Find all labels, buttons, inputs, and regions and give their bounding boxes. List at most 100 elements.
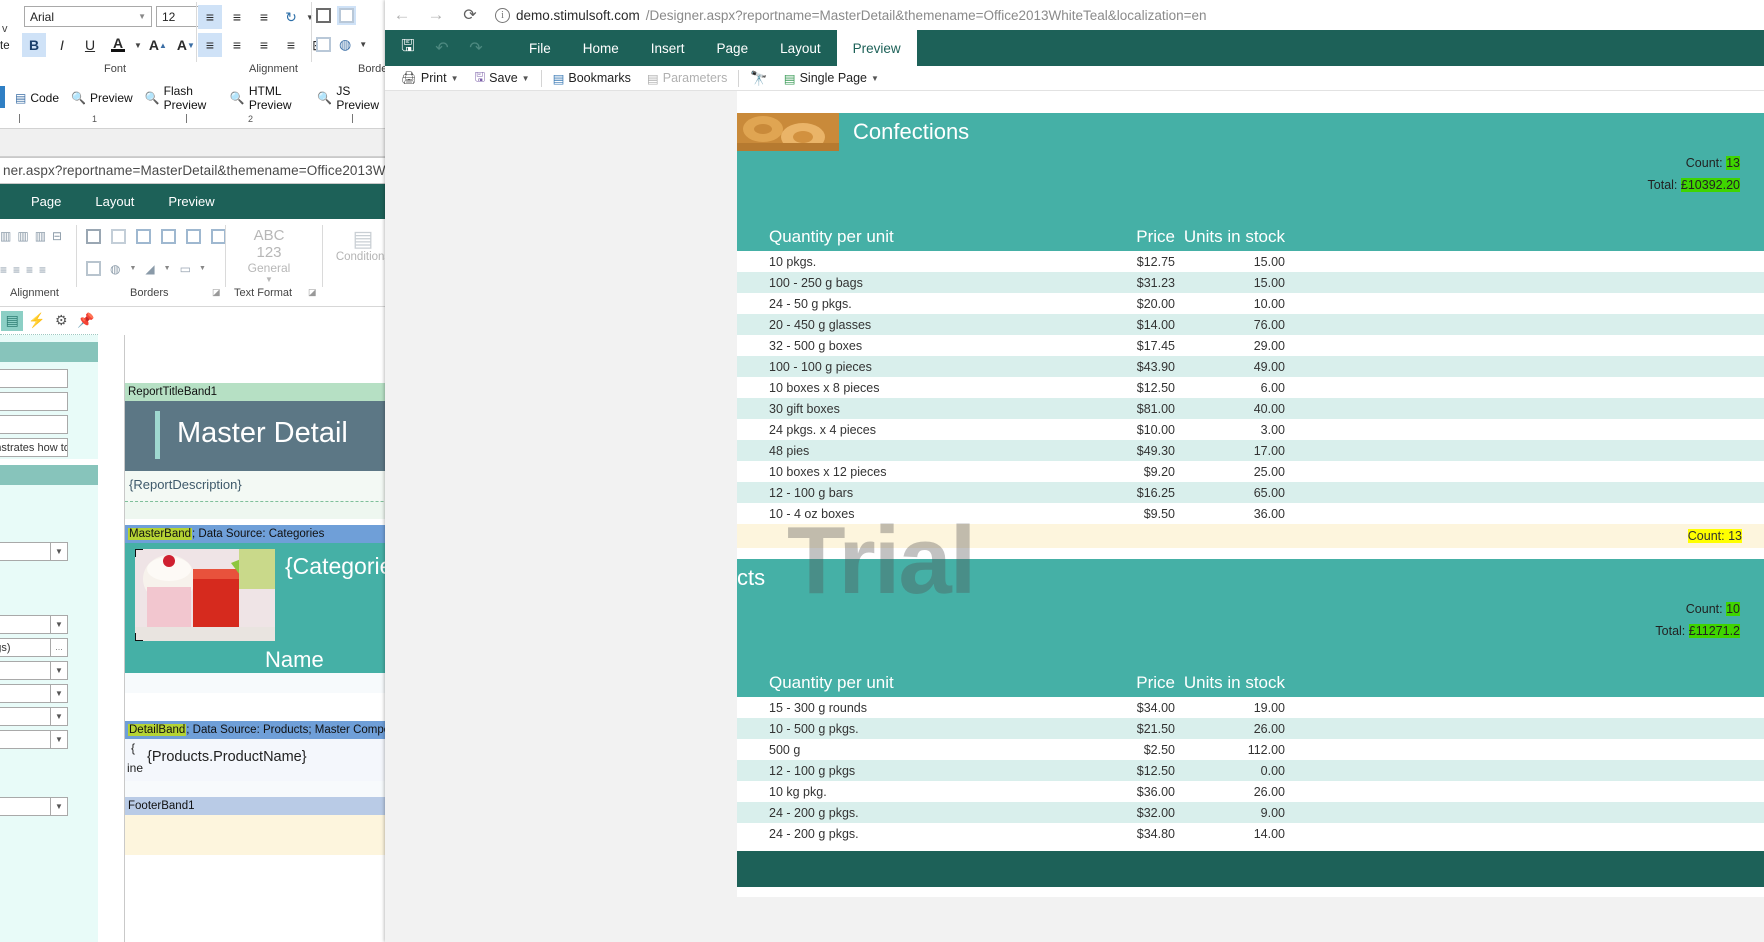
chevron-down-icon[interactable]: ▼ — [51, 797, 68, 816]
chevron-down-icon[interactable]: ▼ — [359, 40, 367, 49]
border-right-icon[interactable] — [161, 229, 176, 244]
strip-item-preview[interactable]: 🔍 Preview — [65, 87, 139, 109]
font-color-button[interactable]: A — [106, 33, 130, 57]
menu-item-layout[interactable]: Layout — [78, 184, 151, 219]
align-center-button[interactable]: ≡ — [225, 33, 249, 57]
align-justify-icon[interactable]: ≡ — [39, 263, 46, 277]
bookmarks-button[interactable]: ▤ Bookmarks — [545, 66, 639, 91]
save-button[interactable]: 🖫 Save ▼ — [467, 66, 538, 91]
category-image[interactable] — [135, 549, 275, 641]
chevron-down-icon[interactable]: ▼ — [199, 265, 206, 272]
border-left-icon[interactable] — [136, 229, 151, 244]
align-right-button[interactable]: ≡ — [252, 33, 276, 57]
menu-item-home[interactable]: Home — [567, 30, 635, 66]
find-button[interactable]: 🔭 — [742, 66, 775, 91]
align-wrap-icon[interactable]: ⊟ — [52, 229, 62, 243]
chevron-down-icon[interactable]: ▼ — [51, 730, 68, 749]
forward-arrow-icon[interactable]: → — [419, 0, 453, 30]
fill-color-icon[interactable]: ◍ — [339, 36, 351, 53]
chevron-down-icon[interactable]: ▼ — [51, 615, 68, 634]
settings-gear-icon[interactable]: ⚙ — [50, 311, 72, 331]
border-fill-icon[interactable]: ◍ — [110, 262, 120, 276]
italic-button[interactable]: I — [50, 33, 74, 57]
strip-item-flash-preview[interactable]: 🔍 Flash Preview — [139, 84, 224, 112]
text-rotation-icon[interactable]: ↻ — [279, 5, 303, 29]
align-left-button[interactable]: ≡ — [198, 33, 222, 57]
align-center-icon[interactable]: ≡ — [13, 263, 20, 277]
border-top-icon[interactable] — [111, 229, 126, 244]
border-none-icon[interactable] — [337, 6, 356, 25]
property-text-field[interactable] — [0, 415, 68, 434]
align-left-icon[interactable]: ≡ — [0, 263, 7, 277]
property-combo-field[interactable] — [0, 684, 51, 703]
property-text-field[interactable] — [0, 392, 68, 411]
text-format-dialog-launcher[interactable]: ◪ — [308, 287, 317, 298]
border-outline-icon[interactable] — [316, 37, 331, 52]
undo-icon[interactable]: ↶ — [425, 30, 459, 66]
align-justify-button[interactable]: ≡ — [279, 33, 303, 57]
address-bar[interactable]: i demo.stimulsoft.com/Designer.aspx?repo… — [487, 0, 1764, 30]
pin-icon[interactable]: 📌 — [75, 311, 97, 331]
shrink-font-button[interactable]: A ▼ — [174, 33, 198, 57]
border-bottom-icon[interactable] — [186, 229, 201, 244]
parameters-button[interactable]: ▤ Parameters — [639, 66, 735, 91]
back-arrow-icon[interactable]: ← — [385, 0, 419, 30]
property-combo-field[interactable] — [0, 661, 51, 680]
property-combo-field[interactable] — [0, 542, 51, 561]
align-bottom-button[interactable]: ≡ — [252, 5, 276, 29]
chevron-down-icon[interactable]: ▼ — [306, 13, 314, 22]
border-inner-icon[interactable] — [211, 229, 226, 244]
grow-font-button[interactable]: A ▲ — [146, 33, 170, 57]
menu-item-preview[interactable]: Preview — [836, 30, 917, 66]
save-icon[interactable]: 🖫 — [391, 30, 425, 66]
property-text-field[interactable] — [0, 369, 68, 388]
print-button[interactable]: 🖨 Print ▼ — [393, 66, 467, 91]
underline-button[interactable]: U — [78, 33, 102, 57]
chevron-down-icon[interactable]: ▼ — [234, 275, 304, 284]
detail-product-name-expr[interactable]: {Products.ProductName} — [147, 749, 307, 765]
preview-area[interactable]: Confections Count: 13 Total: £10392.20 Q… — [385, 91, 1764, 942]
reload-icon[interactable]: ⟳ — [453, 0, 487, 30]
border-box-icon[interactable] — [86, 229, 101, 244]
chevron-down-icon[interactable]: ▼ — [51, 661, 68, 680]
menu-item-page[interactable]: Page — [14, 184, 78, 219]
bold-button[interactable]: B — [22, 33, 46, 57]
chevron-down-icon[interactable]: ▼ — [51, 684, 68, 703]
align-distribute-icon[interactable]: ▥ — [0, 229, 11, 243]
page-mode-button[interactable]: ▤ Single Page ▼ — [776, 66, 887, 91]
align-grid-icon[interactable]: ▥ — [35, 229, 46, 243]
properties-icon[interactable]: ▤ — [1, 310, 24, 331]
menu-item-preview[interactable]: Preview — [151, 184, 231, 219]
strip-item-html-preview[interactable]: 🔍 HTML Preview — [224, 84, 311, 112]
menu-item-file[interactable]: File — [513, 30, 567, 66]
property-description-field[interactable]: monstrates how to — [0, 438, 68, 457]
property-combo-field[interactable] — [0, 707, 51, 726]
strip-item-js-preview[interactable]: 🔍 JS Preview — [311, 84, 385, 112]
property-combo-field[interactable] — [0, 797, 51, 816]
chevron-down-icon[interactable]: ▼ — [164, 265, 171, 272]
redo-icon[interactable]: ↷ — [459, 30, 493, 66]
align-right-icon[interactable]: ≡ — [26, 263, 33, 277]
borders-dialog-launcher[interactable]: ◪ — [212, 287, 221, 298]
align-middle-button[interactable]: ≡ — [225, 5, 249, 29]
border-color-icon[interactable]: ◢ — [145, 262, 154, 276]
align-top-button[interactable]: ≡ — [198, 5, 222, 29]
chevron-down-icon[interactable]: ▼ — [129, 265, 136, 272]
menu-item-page[interactable]: Page — [701, 30, 765, 66]
align-spacing-icon[interactable]: ▥ — [17, 229, 28, 243]
menu-item-layout[interactable]: Layout — [764, 30, 837, 66]
property-combo-field[interactable] — [0, 615, 51, 634]
border-none-icon[interactable] — [86, 261, 101, 276]
strip-item-code[interactable]: ▤ Code — [9, 87, 65, 109]
border-style-icon[interactable]: ▭ — [180, 262, 191, 276]
font-family-combo[interactable]: Arial ▼ — [24, 6, 152, 27]
chevron-down-icon[interactable]: ▼ — [51, 542, 68, 561]
chevron-down-icon[interactable]: ▼ — [134, 41, 142, 50]
ellipsis-icon[interactable]: … — [51, 638, 68, 657]
menu-item-insert[interactable]: Insert — [635, 30, 701, 66]
events-icon[interactable]: ⚡ — [26, 311, 48, 331]
info-icon[interactable]: i — [495, 7, 510, 23]
border-all-icon[interactable] — [316, 8, 331, 23]
property-strings-field[interactable]: trings) — [0, 638, 51, 657]
chevron-down-icon[interactable]: ▼ — [51, 707, 68, 726]
